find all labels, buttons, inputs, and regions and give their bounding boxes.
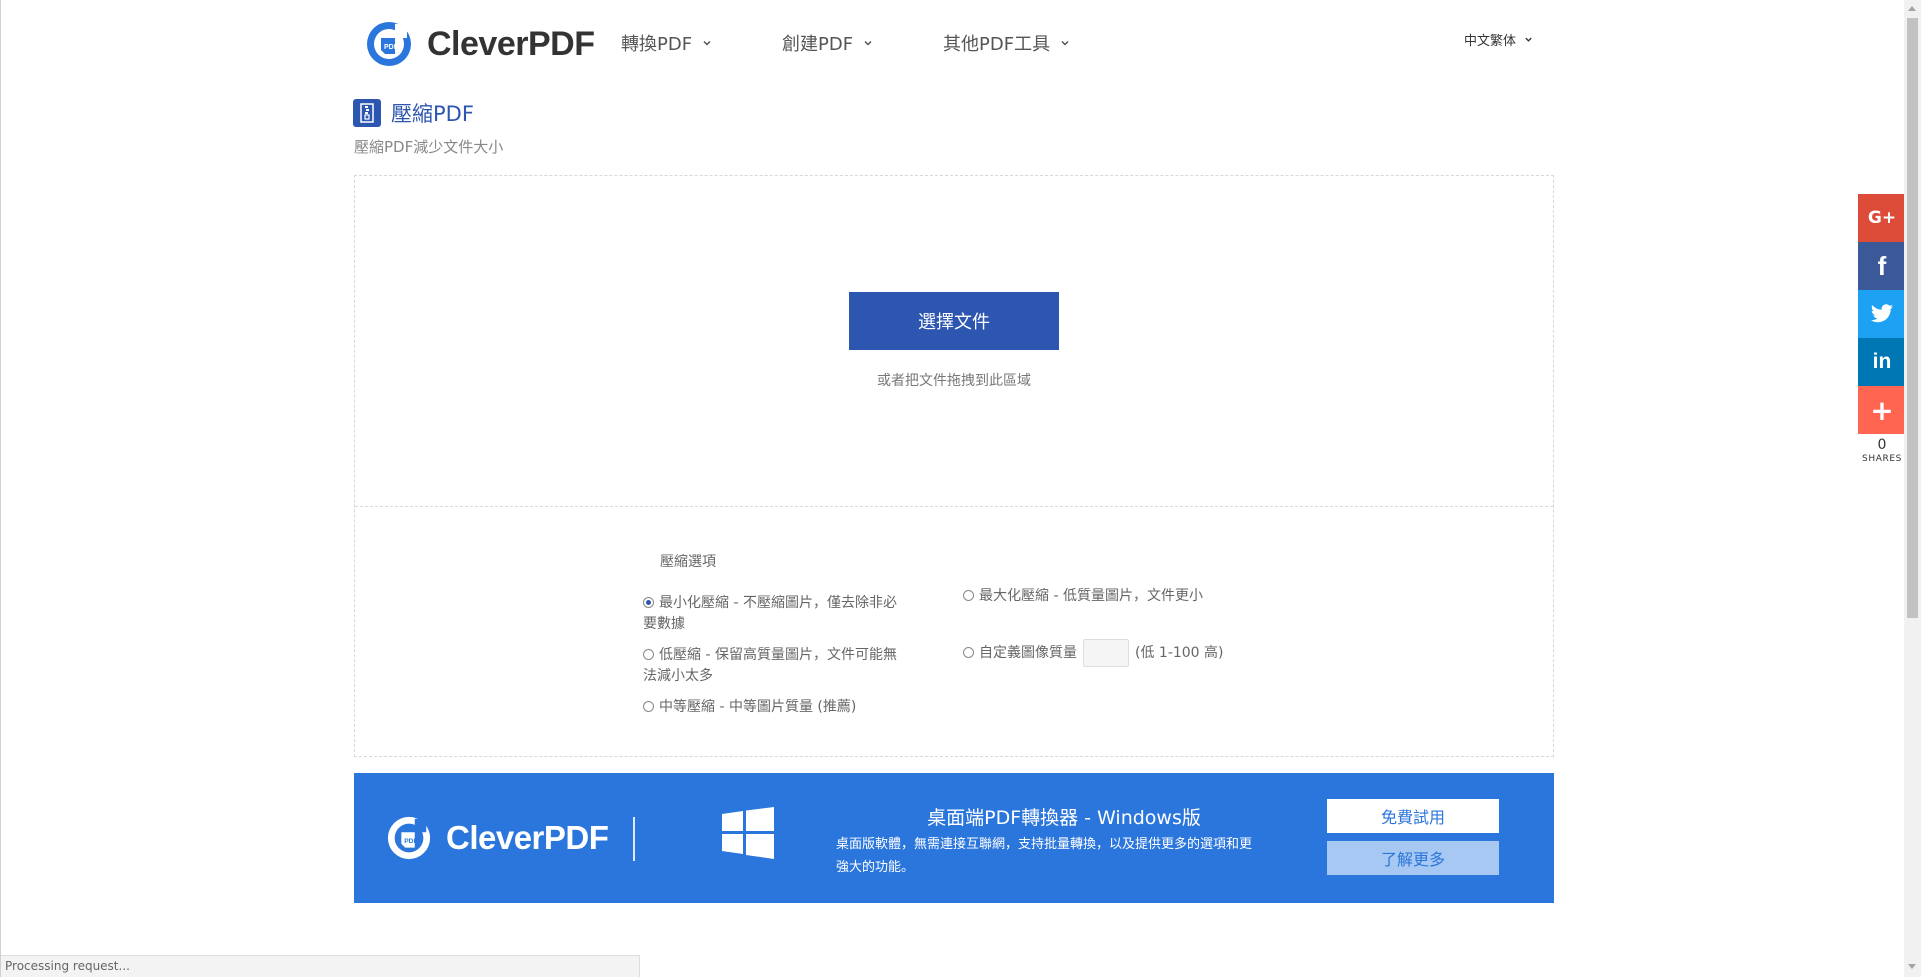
free-trial-button[interactable]: 免費試用 (1327, 799, 1499, 833)
option-label: 最大化壓縮 - 低質量圖片，文件更小 (979, 588, 1203, 604)
nav-convert-pdf-label: 轉換PDF (621, 34, 693, 55)
facebook-icon: f (1877, 250, 1887, 281)
google-plus-share-button[interactable]: G+ (1858, 194, 1906, 242)
google-plus-icon: G+ (1867, 208, 1897, 228)
nav-other-tools[interactable]: 其他PDF工具 (943, 30, 1070, 56)
language-label: 中文繁体 (1463, 34, 1516, 49)
tool-heading: 壓縮PDF (353, 98, 474, 128)
facebook-share-button[interactable]: f (1858, 242, 1906, 290)
radio-button[interactable] (643, 597, 654, 608)
twitter-share-button[interactable] (1858, 290, 1906, 338)
quality-input[interactable] (1083, 639, 1129, 667)
radio-button[interactable] (643, 649, 654, 660)
option-label: 低壓縮 - 保留高質量圖片，文件可能無法減小太多 (643, 647, 897, 684)
svg-text:PDF: PDF (404, 838, 417, 845)
drop-hint-text: 或者把文件拖拽到此區域 (877, 373, 1031, 389)
browser-status-bar: Processing request... (1, 955, 640, 977)
vertical-scrollbar[interactable] (1904, 0, 1921, 977)
twitter-icon (1871, 304, 1893, 323)
banner-title: 桌面端PDF轉換器 - Windows版 (927, 807, 1201, 829)
page-subtitle: 壓縮PDF減少文件大小 (354, 138, 504, 156)
option-minimal-compression[interactable]: 最小化壓縮 - 不壓縮圖片，僅去除非必要數據 (643, 593, 901, 635)
banner-brand-logo: PDF CleverPDF (386, 815, 609, 861)
share-count: 0 (1877, 437, 1887, 453)
chevron-down-icon (864, 40, 872, 46)
nav-convert-pdf[interactable]: 轉換PDF (621, 30, 712, 56)
radio-button[interactable] (643, 701, 654, 712)
nav-create-pdf-label: 創建PDF (782, 34, 854, 55)
page-title: 壓縮PDF (391, 102, 474, 126)
chevron-down-icon (1061, 40, 1069, 46)
desktop-app-banner: PDF CleverPDF 桌面端PDF轉換器 - Windows版 桌面版軟體… (354, 773, 1554, 903)
banner-brand-name: CleverPDF (446, 819, 609, 856)
linkedin-icon: in (1872, 350, 1892, 373)
cleverpdf-logo-icon: PDF (387, 816, 431, 860)
scroll-down-arrow-icon[interactable] (1908, 964, 1916, 969)
banner-divider (633, 817, 635, 861)
learn-more-button[interactable]: 了解更多 (1327, 841, 1499, 875)
option-label: 中等壓縮 - 中等圖片質量 (推薦) (659, 699, 857, 715)
share-label: SHARES (1862, 454, 1902, 464)
plus-icon: + (1870, 393, 1894, 427)
chevron-down-icon (1525, 37, 1532, 42)
windows-logo-icon (722, 807, 774, 859)
nav-other-tools-label: 其他PDF工具 (943, 34, 1051, 55)
scroll-up-arrow-icon[interactable] (1908, 6, 1916, 11)
zip-file-icon (353, 99, 381, 127)
chevron-down-icon (703, 40, 711, 46)
choose-file-button[interactable]: 選擇文件 (849, 292, 1059, 350)
site-header: PDF CleverPDF 轉換PDF 創建PDF 其他PDF工具 中文繁体 (353, 18, 1533, 74)
option-max-compression[interactable]: 最大化壓縮 - 低質量圖片，文件更小 (963, 586, 1263, 607)
linkedin-share-button[interactable]: in (1858, 338, 1906, 386)
scrollbar-thumb[interactable] (1907, 18, 1918, 618)
option-low-compression[interactable]: 低壓縮 - 保留高質量圖片，文件可能無法減小太多 (643, 645, 901, 687)
option-label: 自定義圖像質量 (979, 645, 1077, 661)
option-label: 最小化壓縮 - 不壓縮圖片，僅去除非必要數據 (643, 595, 897, 632)
banner-description: 桌面版軟體，無需連接互聯網，支持批量轉換，以及提供更多的選項和更強大的功能。 (836, 837, 1253, 875)
brand-logo[interactable]: PDF CleverPDF (365, 20, 595, 68)
radio-button[interactable] (963, 647, 974, 658)
language-selector[interactable]: 中文繁体 (1464, 30, 1533, 49)
upload-panel: 選擇文件 或者把文件拖拽到此區域 壓縮選項 最小化壓縮 - 不壓縮圖片，僅去除非… (354, 175, 1554, 757)
quality-range-hint: (低 1-100 高) (1135, 645, 1224, 661)
nav-create-pdf[interactable]: 創建PDF (782, 30, 873, 56)
svg-text:PDF: PDF (384, 44, 399, 51)
compression-options-label: 壓縮選項 (660, 554, 716, 570)
option-custom-quality[interactable]: 自定義圖像質量 (低 1-100 高) (963, 639, 1293, 667)
file-drop-zone[interactable]: 選擇文件 或者把文件拖拽到此區域 (355, 176, 1553, 507)
cleverpdf-logo-icon: PDF (367, 22, 411, 66)
brand-name: CleverPDF (427, 24, 595, 63)
more-share-button[interactable]: + (1858, 386, 1906, 434)
option-medium-compression[interactable]: 中等壓縮 - 中等圖片質量 (推薦) (643, 697, 943, 718)
social-share-bar: G+ f in + 0 SHARES (1858, 194, 1906, 464)
radio-button[interactable] (963, 590, 974, 601)
